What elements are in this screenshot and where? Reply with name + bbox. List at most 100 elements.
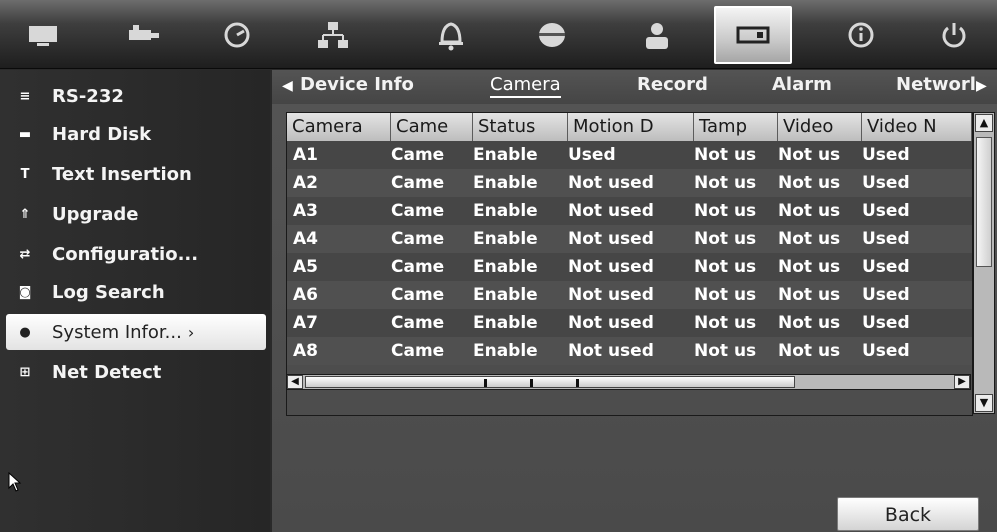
table-cell: Enable: [473, 257, 538, 277]
table-cell: Enable: [473, 229, 538, 249]
upgrade-icon: ⇑: [19, 206, 31, 222]
table-row[interactable]: A3 Came Enable Not used Not us Not us Used: [287, 197, 972, 225]
table-cell: Not us: [694, 257, 757, 277]
sidebar-item-log-search[interactable]: ◙ Log Search: [6, 274, 266, 310]
network-icon[interactable]: [294, 6, 372, 64]
table-cell: Not used: [568, 285, 654, 305]
table-cell: Enable: [473, 313, 538, 333]
top-toolbar: [0, 0, 997, 69]
table-cell: Used: [862, 145, 910, 165]
table-row[interactable]: A1 Came Enable Used Not us Not us Used: [287, 141, 972, 169]
tab-camera[interactable]: Camera: [490, 74, 561, 98]
table-cell: A7: [293, 313, 318, 333]
table-cell: Not us: [778, 313, 841, 333]
table-cell: Came: [391, 145, 445, 165]
table-cell: Used: [862, 173, 910, 193]
column-header[interactable]: Tamp: [694, 113, 778, 141]
tab-alarm[interactable]: Alarm: [772, 74, 832, 95]
scroll-down-icon[interactable]: ▼: [975, 394, 993, 412]
tab-record[interactable]: Record: [637, 74, 708, 95]
sidebar-item-label: Text Insertion: [52, 163, 192, 185]
horizontal-scrollbar[interactable]: ◀ ▶: [286, 374, 971, 390]
column-header[interactable]: Came: [391, 113, 473, 141]
vertical-scrollbar[interactable]: ▲ ▼: [973, 112, 995, 414]
table-row[interactable]: A2 Came Enable Not used Not us Not us Used: [287, 169, 972, 197]
table-cell: A3: [293, 201, 318, 221]
alarm-bell-icon[interactable]: [412, 6, 490, 64]
table-cell: A1: [293, 145, 318, 165]
table-cell: Not us: [778, 201, 841, 221]
table-row[interactable]: A5 Came Enable Not used Not us Not us Used: [287, 253, 972, 281]
vertical-scroll-thumb[interactable]: [976, 137, 992, 267]
sidebar-item-upgrade[interactable]: ⇑ Upgrade: [6, 196, 266, 232]
table-cell: Not used: [568, 229, 654, 249]
left-menu: ≡ RS-232 ▬ Hard Disk T Text Insertion ⇑ …: [0, 70, 270, 532]
clock-icon[interactable]: [198, 6, 276, 64]
device-icon[interactable]: [513, 6, 591, 64]
table-cell: Not us: [778, 341, 841, 361]
sidebar-item-label: Hard Disk: [52, 123, 152, 145]
configuration-icon: ⇄: [19, 246, 31, 262]
table-cell: Not us: [694, 173, 757, 193]
table-cell: Enable: [473, 145, 538, 165]
mouse-cursor-icon: [8, 472, 22, 492]
column-header[interactable]: Video N: [862, 113, 972, 141]
sidebar-item-configuration[interactable]: ⇄ Configuratio...: [6, 236, 266, 272]
tab-device-info[interactable]: Device Info: [300, 74, 414, 95]
table-cell: Not us: [694, 201, 757, 221]
chevron-right-icon: ›: [187, 322, 195, 342]
back-button[interactable]: Back: [837, 497, 979, 531]
user-icon[interactable]: [618, 6, 696, 64]
column-header[interactable]: Motion D: [568, 113, 694, 141]
table-row[interactable]: A8 Came Enable Not used Not us Not us Used: [287, 337, 972, 365]
sidebar-item-net-detect[interactable]: ⊞ Net Detect: [6, 354, 266, 390]
table-cell: Not used: [568, 201, 654, 221]
table-cell: Not us: [778, 229, 841, 249]
table-row[interactable]: A4 Came Enable Not used Not us Not us Used: [287, 225, 972, 253]
column-header[interactable]: Video: [778, 113, 862, 141]
power-icon[interactable]: [915, 6, 993, 64]
column-header[interactable]: Status: [473, 113, 568, 141]
tab-scroll-right-icon[interactable]: ▶: [976, 78, 987, 94]
system-info-icon: ●: [19, 324, 31, 340]
camera-icon[interactable]: [104, 6, 182, 64]
sidebar-item-rs232[interactable]: ≡ RS-232: [6, 78, 266, 114]
table-row[interactable]: A7 Came Enable Not used Not us Not us Used: [287, 309, 972, 337]
sidebar-item-hard-disk[interactable]: ▬ Hard Disk: [6, 116, 266, 152]
horizontal-scroll-thumb[interactable]: [305, 376, 795, 388]
table-cell: Not us: [778, 257, 841, 277]
tab-scroll-left-icon[interactable]: ◀: [282, 78, 293, 94]
table-cell: Came: [391, 201, 445, 221]
table-cell: Not us: [694, 313, 757, 333]
scroll-right-icon[interactable]: ▶: [954, 375, 970, 389]
table-cell: Not us: [694, 229, 757, 249]
system-icon[interactable]: [714, 6, 792, 64]
sidebar-item-label: Configuratio...: [52, 243, 199, 265]
sidebar-item-label: Log Search: [52, 281, 165, 303]
table-cell: Came: [391, 173, 445, 193]
table-cell: Not us: [778, 285, 841, 305]
column-header[interactable]: Camera: [287, 113, 391, 141]
table-cell: Came: [391, 285, 445, 305]
scroll-left-icon[interactable]: ◀: [287, 375, 303, 389]
table-cell: Enable: [473, 285, 538, 305]
tab-network[interactable]: Networl: [896, 74, 976, 95]
table-cell: Used: [862, 201, 910, 221]
camera-info-table: Camera Came Status Motion D Tamp Video V…: [286, 112, 973, 416]
table-cell: A8: [293, 341, 318, 361]
table-row[interactable]: A6 Came Enable Not used Not us Not us Used: [287, 281, 972, 309]
scroll-up-icon[interactable]: ▲: [975, 114, 993, 132]
sidebar-item-label: RS-232: [52, 85, 124, 107]
table-cell: Not used: [568, 313, 654, 333]
table-header: Camera Came Status Motion D Tamp Video V…: [287, 113, 972, 141]
table-cell: Came: [391, 257, 445, 277]
sidebar-item-label: Upgrade: [52, 203, 139, 225]
main-panel: ◀ Device Info Camera Record Alarm Networ…: [272, 70, 997, 532]
sidebar-item-system-info[interactable]: ● System Infor... ›: [6, 314, 266, 350]
table-cell: Came: [391, 341, 445, 361]
sidebar-item-text-insertion[interactable]: T Text Insertion: [6, 156, 266, 192]
display-settings-icon[interactable]: [4, 6, 82, 64]
table-cell: Not us: [778, 145, 841, 165]
hard-disk-icon: ▬: [18, 126, 32, 142]
info-icon[interactable]: [822, 6, 900, 64]
